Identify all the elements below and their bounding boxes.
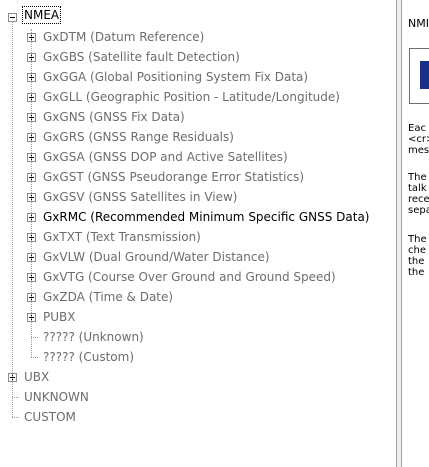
tree-item-label: PUBX [43, 310, 76, 324]
tree-item-nmea-child[interactable]: GxGRS (GNSS Range Residuals) [0, 127, 390, 147]
info-text-line: mes [408, 145, 429, 156]
tree-item-ubx[interactable]: UBX [0, 367, 390, 387]
tree-item-nmea-child[interactable]: GxGLL (Geographic Position - Latitude/Lo… [0, 87, 390, 107]
logo-box [409, 48, 429, 104]
tree-item-label: GxRMC (Recommended Minimum Specific GNSS… [43, 210, 370, 224]
tree-connector [12, 417, 19, 418]
tree-item-nmea-child[interactable]: PUBX [0, 307, 390, 327]
info-text-line: talk [408, 183, 427, 194]
tree-item-nmea[interactable]: NMEA [0, 6, 390, 27]
tree-item-label: GxGSV (GNSS Satellites in View) [43, 190, 238, 204]
tree-item-label: GxVTG (Course Over Ground and Ground Spe… [43, 270, 336, 284]
tree-item-nmea-child[interactable]: GxGNS (GNSS Fix Data) [0, 107, 390, 127]
tree-item-label: GxTXT (Text Transmission) [43, 230, 201, 244]
tree-item-nmea-child[interactable]: GxGBS (Satellite fault Detection) [0, 47, 390, 67]
tree-item-nmea-child[interactable]: ????? (Custom) [0, 347, 390, 367]
tree-item-label: UNKNOWN [24, 390, 89, 404]
info-text-line: sepa [408, 205, 429, 216]
tree-item-label: GxGGA (Global Positioning System Fix Dat… [43, 70, 309, 84]
tree-item-label: CUSTOM [24, 410, 76, 424]
tree-item-unknown[interactable]: UNKNOWN [0, 387, 390, 407]
tree-item-nmea-child[interactable]: ????? (Unknown) [0, 327, 390, 347]
info-text-line: Eac [408, 123, 426, 134]
tree-item-label: NMEA [21, 6, 62, 24]
tree-item-label: GxGLL (Geographic Position - Latitude/Lo… [43, 90, 340, 104]
tree-item-label: ????? (Custom) [43, 350, 134, 364]
tree-item-nmea-child[interactable]: GxRMC (Recommended Minimum Specific GNSS… [0, 207, 390, 227]
tree-item-nmea-child[interactable]: GxGGA (Global Positioning System Fix Dat… [0, 67, 390, 87]
tree-connector [12, 397, 19, 398]
tree-connector [31, 337, 38, 338]
tree-item-nmea-child[interactable]: GxZDA (Time & Date) [0, 287, 390, 307]
tree-item-label: GxVLW (Dual Ground/Water Distance) [43, 250, 270, 264]
info-text-line: the [408, 256, 425, 267]
tree-connector [12, 21, 13, 417]
tree-item-nmea-child[interactable]: GxGST (GNSS Pseudorange Error Statistics… [0, 167, 390, 187]
tree-item-label: GxGRS (GNSS Range Residuals) [43, 130, 234, 144]
tree-item-label: GxGST (GNSS Pseudorange Error Statistics… [43, 170, 304, 184]
tree-item-nmea-child[interactable]: GxGSA (GNSS DOP and Active Satellites) [0, 147, 390, 167]
tree-connector [31, 29, 32, 357]
message-tree[interactable]: NMEA GxDTM (Datum Reference) GxGBS (Satell… [0, 0, 397, 467]
info-text-line: The [408, 234, 427, 245]
info-heading: NMI [408, 17, 429, 30]
tree-item-custom[interactable]: CUSTOM [0, 407, 390, 427]
tree-item-nmea-child[interactable]: GxDTM (Datum Reference) [0, 27, 390, 47]
tree-item-label: GxGNS (GNSS Fix Data) [43, 110, 185, 124]
info-pane: NMI Eac<cr>mesThetalkrecesepaThechetheth… [402, 0, 429, 467]
tree-item-label: GxZDA (Time & Date) [43, 290, 174, 304]
tree-item-nmea-child[interactable]: GxVTG (Course Over Ground and Ground Spe… [0, 267, 390, 287]
info-text-line: che [408, 245, 426, 256]
tree-item-nmea-child[interactable]: GxTXT (Text Transmission) [0, 227, 390, 247]
tree-item-label: GxGBS (Satellite fault Detection) [43, 50, 240, 64]
tree-item-nmea-child[interactable]: GxVLW (Dual Ground/Water Distance) [0, 247, 390, 267]
info-text-line: The [408, 172, 427, 183]
tree-item-label: GxDTM (Datum Reference) [43, 30, 205, 44]
info-text-line: <cr> [408, 134, 429, 145]
logo-icon [420, 61, 429, 89]
tree-item-label: ????? (Unknown) [43, 330, 144, 344]
tree-item-label: GxGSA (GNSS DOP and Active Satellites) [43, 150, 288, 164]
info-text-line: the [408, 267, 425, 278]
tree-connector [31, 357, 38, 358]
tree-item-nmea-child[interactable]: GxGSV (GNSS Satellites in View) [0, 187, 390, 207]
info-text-line: rece [408, 194, 429, 205]
tree-item-label: UBX [24, 370, 50, 384]
